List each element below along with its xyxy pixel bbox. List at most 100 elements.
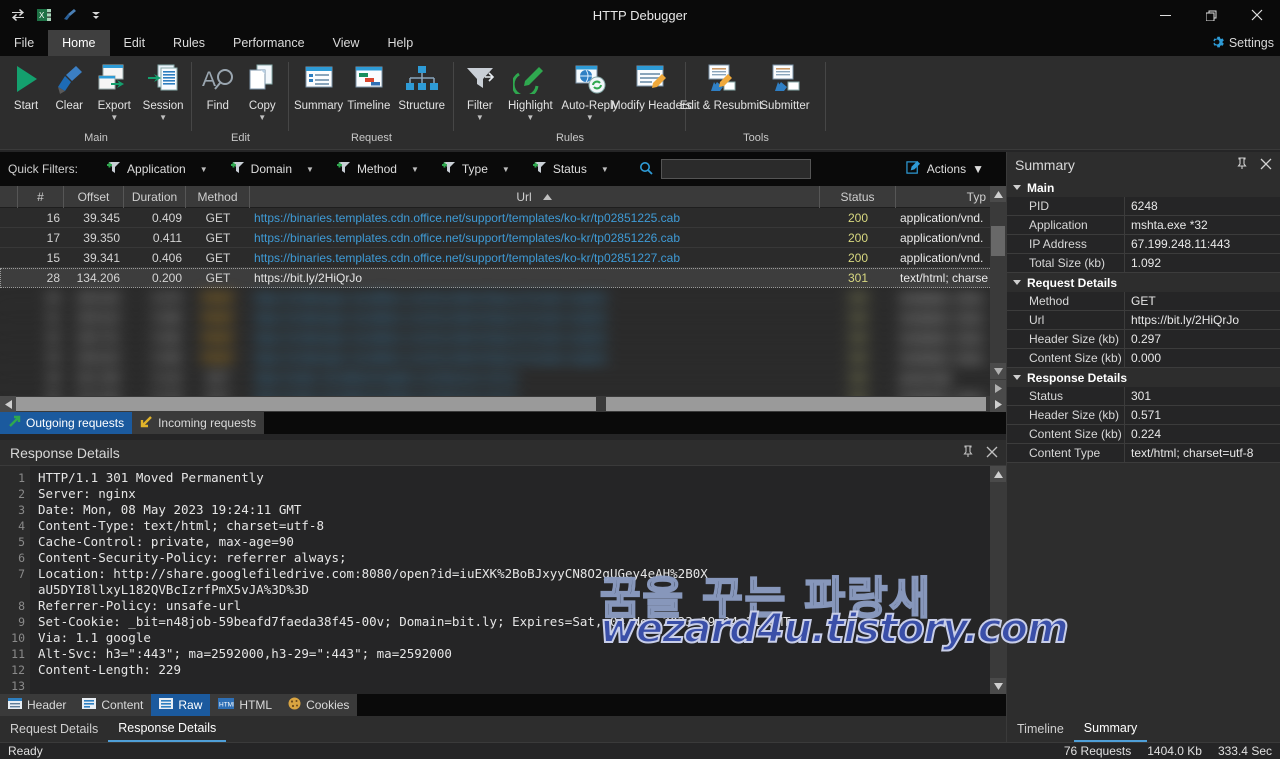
minimize-icon[interactable] bbox=[1142, 0, 1188, 30]
summary-button[interactable]: Summary bbox=[293, 56, 344, 113]
summary-section-request-details[interactable]: Request Details bbox=[1007, 273, 1280, 292]
copy-caret-icon[interactable]: ▼ bbox=[258, 113, 266, 123]
table-row[interactable]: 44 201.330 0.110 GET https://static.cloudfla… bbox=[0, 368, 1006, 388]
edit-resubmit-button[interactable]: Edit & Resubmit bbox=[680, 56, 762, 113]
scroll-down-icon[interactable] bbox=[990, 678, 1006, 694]
table-row[interactable]: 17 39.350 0.411 GET https://binaries.templat… bbox=[0, 228, 1006, 248]
summary-row[interactable]: Content Type text/html; charset=utf-8 bbox=[1007, 444, 1280, 463]
tab-incoming-requests[interactable]: Incoming requests bbox=[132, 412, 265, 434]
filter-button[interactable]: Filter ▼ bbox=[458, 56, 502, 123]
table-row[interactable]: 52 209.701 0.082 POST https://challenges.clo… bbox=[0, 328, 1006, 348]
close-icon[interactable] bbox=[986, 445, 998, 461]
summary-section-main[interactable]: Main bbox=[1007, 178, 1280, 197]
summary-section-response-details[interactable]: Response Details bbox=[1007, 368, 1280, 387]
menu-item-edit[interactable]: Edit bbox=[110, 30, 160, 56]
grid-vertical-scrollbar[interactable] bbox=[990, 186, 1006, 412]
scroll-down-icon[interactable] bbox=[990, 363, 1006, 379]
summary-row[interactable]: Status 301 bbox=[1007, 387, 1280, 406]
export-button[interactable]: Export ▼ bbox=[90, 56, 138, 123]
table-row[interactable]: 51 209.610 0.080 POST https://challenges.clo… bbox=[0, 308, 1006, 328]
column-header-method[interactable]: Method bbox=[186, 186, 250, 208]
tab-summary[interactable]: Summary bbox=[1073, 716, 1148, 742]
brush-icon[interactable] bbox=[60, 5, 80, 25]
menu-item-file[interactable]: File bbox=[0, 30, 48, 56]
session-button[interactable]: Session ▼ bbox=[138, 56, 188, 123]
tab-timeline[interactable]: Timeline bbox=[1007, 716, 1074, 742]
menu-item-view[interactable]: View bbox=[319, 30, 374, 56]
structure-button[interactable]: Structure bbox=[394, 56, 450, 113]
tab-header[interactable]: Header bbox=[0, 694, 75, 716]
summary-row[interactable]: PID 6248 bbox=[1007, 197, 1280, 216]
copy-button[interactable]: Copy ▼ bbox=[240, 56, 285, 123]
collapse-triangle-icon[interactable] bbox=[1013, 185, 1021, 190]
menu-item-performance[interactable]: Performance bbox=[219, 30, 319, 56]
chevron-down-icon[interactable]: ▼ bbox=[411, 165, 419, 174]
tab-cookies[interactable]: Cookies bbox=[280, 694, 358, 716]
chevron-down-icon[interactable]: ▼ bbox=[502, 165, 510, 174]
grid-hscroll-thumb-2[interactable] bbox=[606, 397, 986, 411]
scroll-up-icon[interactable] bbox=[990, 186, 1006, 202]
scroll-right-icon[interactable] bbox=[990, 396, 1006, 412]
timeline-button[interactable]: Timeline bbox=[344, 56, 393, 113]
scroll-right-corner-icon[interactable] bbox=[990, 380, 1006, 396]
quick-filter-status[interactable]: Status ▼ bbox=[522, 161, 619, 177]
grid-scroll-thumb[interactable] bbox=[991, 226, 1005, 256]
close-icon[interactable] bbox=[1234, 0, 1280, 30]
response-code-area[interactable]: 1 2 3 4 5 6 7 8 9 10 11 12 13 HTTP/1.1 301 Moved Per… bbox=[0, 466, 1006, 694]
tab-response-details[interactable]: Response Details bbox=[108, 716, 227, 742]
table-row[interactable]: 16 39.345 0.409 GET https://binaries.templat… bbox=[0, 208, 1006, 228]
summary-row[interactable]: IP Address 67.199.248.11:443 bbox=[1007, 235, 1280, 254]
table-row[interactable]: 50 209.520 0.075 POST https://challenges.clo… bbox=[0, 288, 1006, 308]
highlight-caret-icon[interactable]: ▼ bbox=[526, 113, 534, 123]
code-vertical-scrollbar[interactable] bbox=[990, 466, 1006, 694]
collapse-triangle-icon[interactable] bbox=[1013, 375, 1021, 380]
restore-icon[interactable] bbox=[1188, 0, 1234, 30]
summary-row[interactable]: Content Size (kb) 0.000 bbox=[1007, 349, 1280, 368]
summary-row[interactable]: Application mshta.exe *32 bbox=[1007, 216, 1280, 235]
chevron-down-icon[interactable]: ▼ bbox=[306, 165, 314, 174]
collapse-triangle-icon[interactable] bbox=[1013, 280, 1021, 285]
chevron-down-icon[interactable]: ▼ bbox=[601, 165, 609, 174]
scroll-left-icon[interactable] bbox=[0, 396, 16, 412]
actions-button[interactable]: Actions ▼ bbox=[906, 160, 984, 178]
search-icon[interactable] bbox=[639, 161, 653, 178]
tab-outgoing-requests[interactable]: Outgoing requests bbox=[0, 412, 133, 434]
excel-icon[interactable]: X bbox=[34, 5, 54, 25]
tab-content[interactable]: Content bbox=[74, 694, 152, 716]
tab-raw[interactable]: Raw bbox=[151, 694, 211, 716]
tab-html[interactable]: HTML HTML bbox=[210, 694, 281, 716]
table-row[interactable]: 53 209.810 0.090 POST https://challenges.clo… bbox=[0, 348, 1006, 368]
summary-row[interactable]: Method GET bbox=[1007, 292, 1280, 311]
scroll-up-icon[interactable] bbox=[990, 466, 1006, 482]
summary-row[interactable]: Content Size (kb) 0.224 bbox=[1007, 425, 1280, 444]
highlight-button[interactable]: Highlight ▼ bbox=[502, 56, 559, 123]
chevron-down-icon[interactable]: ▼ bbox=[200, 165, 208, 174]
clear-button[interactable]: Clear bbox=[48, 56, 90, 113]
filter-caret-icon[interactable]: ▼ bbox=[476, 113, 484, 123]
dropdown-icon[interactable] bbox=[86, 5, 106, 25]
response-raw-text[interactable]: HTTP/1.1 301 Moved Permanently Server: ng… bbox=[30, 466, 1006, 694]
submitter-button[interactable]: Submitter bbox=[752, 56, 818, 113]
search-input[interactable] bbox=[660, 159, 811, 179]
quick-filter-domain[interactable]: Domain ▼ bbox=[220, 161, 324, 177]
sync-icon[interactable] bbox=[8, 5, 28, 25]
column-header-indicator[interactable] bbox=[0, 186, 18, 208]
start-button[interactable]: Start bbox=[4, 56, 48, 113]
settings-button[interactable]: Settings bbox=[1210, 30, 1274, 56]
table-row[interactable]: 15 39.341 0.406 GET https://binaries.templat… bbox=[0, 248, 1006, 268]
summary-row[interactable]: Header Size (kb) 0.571 bbox=[1007, 406, 1280, 425]
summary-row[interactable]: Header Size (kb) 0.297 bbox=[1007, 330, 1280, 349]
summary-row[interactable]: Total Size (kb) 1.092 bbox=[1007, 254, 1280, 273]
table-row[interactable]: 28 134.206 0.200 GET https://bit.ly/2HiQrJo 3… bbox=[0, 268, 1006, 288]
modify-headers-button[interactable]: Modify Headers bbox=[611, 56, 692, 113]
column-header-num[interactable]: # bbox=[18, 186, 64, 208]
auto-reply-caret-icon[interactable]: ▼ bbox=[586, 113, 594, 123]
pin-icon[interactable] bbox=[962, 444, 974, 461]
column-header-status[interactable]: Status bbox=[820, 186, 896, 208]
pin-icon[interactable] bbox=[1236, 157, 1248, 173]
quick-filter-method[interactable]: Method ▼ bbox=[326, 161, 429, 177]
summary-row[interactable]: Url https://bit.ly/2HiQrJo bbox=[1007, 311, 1280, 330]
column-header-type[interactable]: Typ bbox=[896, 186, 990, 208]
menu-item-home[interactable]: Home bbox=[48, 30, 110, 56]
find-button[interactable]: A Find bbox=[196, 56, 240, 113]
